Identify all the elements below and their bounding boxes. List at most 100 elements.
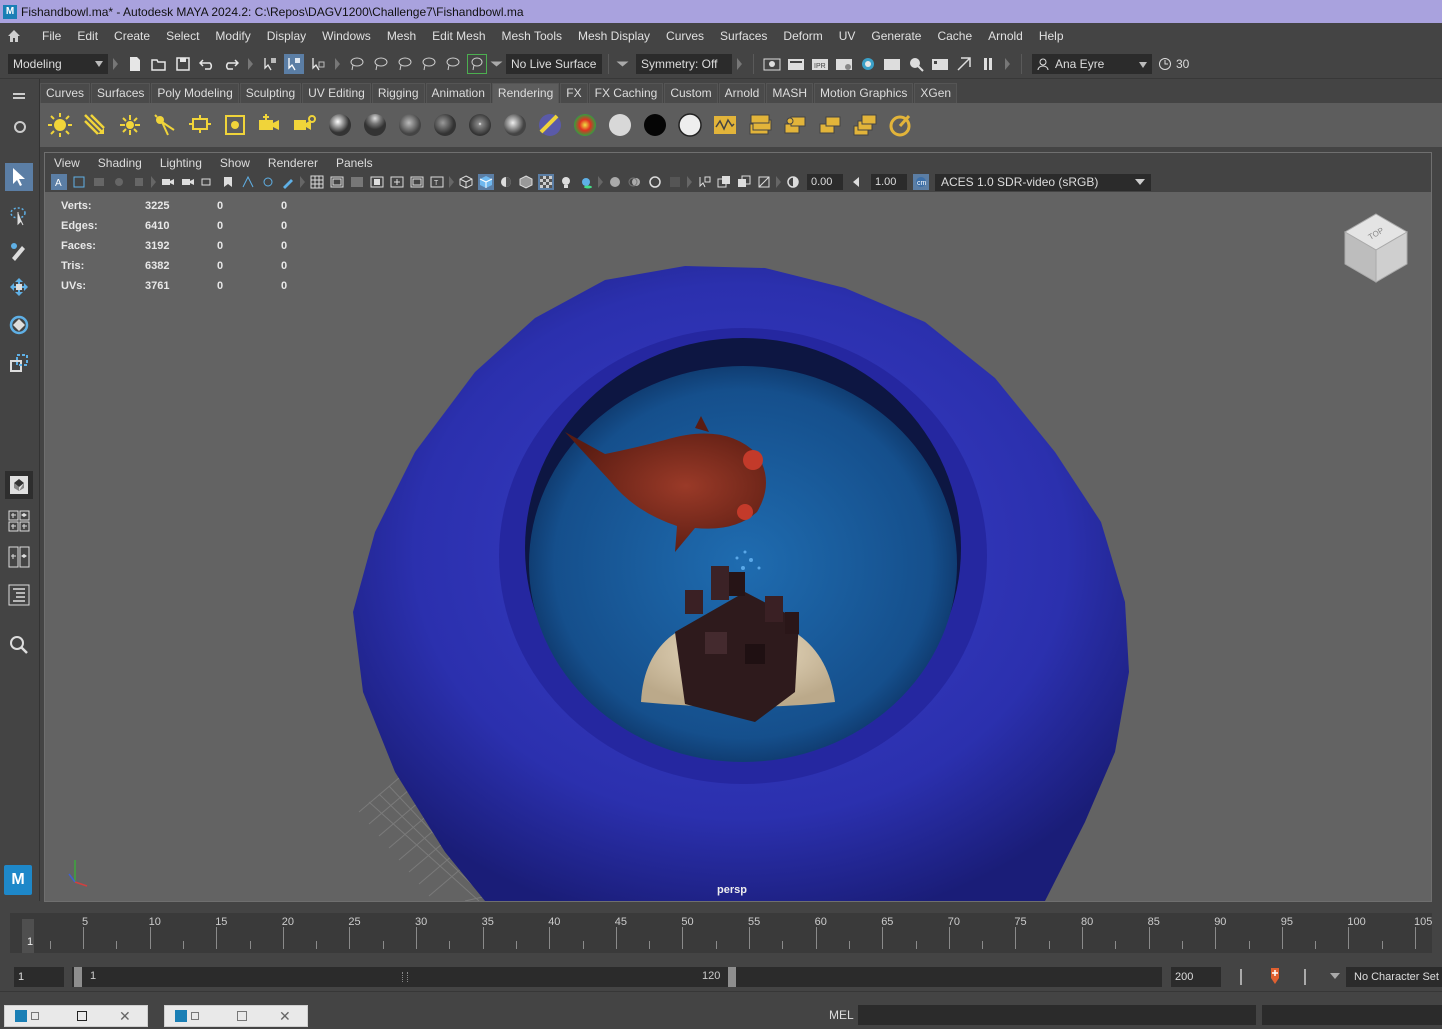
new-scene-icon[interactable] bbox=[125, 54, 145, 74]
time-slider[interactable]: 1 5 10 15 20 25 30 35 40 45 50 55 60 65 70 75 80 85 90 95 1… bbox=[0, 903, 1442, 963]
tab-mash[interactable]: MASH bbox=[766, 83, 814, 103]
lambert-sphere-icon[interactable] bbox=[357, 108, 392, 143]
menu-surfaces[interactable]: Surfaces bbox=[712, 29, 775, 43]
menu-create[interactable]: Create bbox=[106, 29, 158, 43]
menu-mesh-display[interactable]: Mesh Display bbox=[570, 29, 658, 43]
menu-generate[interactable]: Generate bbox=[863, 29, 929, 43]
tab-arnold[interactable]: Arnold bbox=[718, 83, 766, 103]
multisample-aa-icon[interactable] bbox=[647, 174, 663, 190]
chevron-down-icon[interactable] bbox=[1330, 973, 1340, 979]
wireframe-on-shaded-icon[interactable] bbox=[518, 174, 534, 190]
menu-curves[interactable]: Curves bbox=[658, 29, 712, 43]
render-graph-icon[interactable] bbox=[707, 108, 742, 143]
gear-icon[interactable] bbox=[14, 121, 26, 133]
collapse-handle[interactable] bbox=[1005, 57, 1010, 70]
tab-uv-editing[interactable]: UV Editing bbox=[302, 83, 371, 103]
snap-point-icon[interactable] bbox=[395, 54, 415, 74]
shadows-icon[interactable] bbox=[578, 174, 594, 190]
animation-start-field[interactable]: 1 bbox=[14, 967, 64, 987]
menu-windows[interactable]: Windows bbox=[314, 29, 379, 43]
menu-modify[interactable]: Modify bbox=[207, 29, 258, 43]
auto-key-icon[interactable] bbox=[1268, 967, 1282, 988]
select-tool-icon[interactable] bbox=[5, 163, 33, 191]
film-gate-icon[interactable] bbox=[329, 174, 345, 190]
search-icon[interactable] bbox=[5, 631, 33, 659]
area-light-icon[interactable] bbox=[182, 108, 217, 143]
menu-select[interactable]: Select bbox=[158, 29, 207, 43]
home-icon[interactable] bbox=[4, 26, 24, 46]
collapse-handle[interactable] bbox=[335, 57, 340, 70]
phong-sphere-icon[interactable] bbox=[392, 108, 427, 143]
tab-curves[interactable]: Curves bbox=[40, 83, 91, 103]
exposure-icon[interactable] bbox=[785, 174, 801, 190]
panel-menu-view[interactable]: View bbox=[45, 156, 89, 170]
redo-icon[interactable] bbox=[221, 54, 241, 74]
field-chart-icon[interactable] bbox=[389, 174, 405, 190]
select-object-icon[interactable] bbox=[284, 53, 304, 74]
select-camera-icon[interactable] bbox=[71, 174, 87, 190]
lasso-select-icon[interactable] bbox=[347, 54, 367, 74]
ramp-shader-icon[interactable] bbox=[532, 108, 567, 143]
render-view-icon[interactable] bbox=[762, 54, 782, 74]
notifications-button[interactable]: 30 bbox=[1158, 57, 1189, 71]
select-component-icon[interactable] bbox=[308, 54, 328, 74]
view-cube[interactable]: TOP bbox=[1341, 210, 1411, 289]
wireframe-icon[interactable] bbox=[458, 174, 474, 190]
menu-display[interactable]: Display bbox=[259, 29, 314, 43]
minimized-window[interactable]: ✕ bbox=[164, 1005, 308, 1027]
range-end-handle[interactable] bbox=[728, 967, 736, 987]
image-plane-icon[interactable] bbox=[91, 174, 107, 190]
tab-rendering[interactable]: Rendering bbox=[491, 83, 560, 103]
range-bar[interactable]: 1 120 bbox=[72, 967, 1162, 987]
tab-rigging[interactable]: Rigging bbox=[371, 83, 425, 103]
xray-joints-icon[interactable] bbox=[736, 174, 752, 190]
menu-edit[interactable]: Edit bbox=[69, 29, 106, 43]
render-setup-icon[interactable] bbox=[812, 108, 847, 143]
account-dropdown[interactable]: Ana Eyre bbox=[1032, 53, 1152, 74]
tab-custom[interactable]: Custom bbox=[664, 83, 718, 103]
resolution-gate-icon[interactable] bbox=[349, 174, 365, 190]
range-start-handle[interactable] bbox=[74, 967, 82, 987]
3d-viewport[interactable]: Verts: 3225 0 0 Edges: 6410 0 0 Faces: 3… bbox=[45, 192, 1431, 901]
collapse-handle[interactable] bbox=[248, 57, 253, 70]
white-shader-icon[interactable] bbox=[672, 108, 707, 143]
tab-fx[interactable]: FX bbox=[560, 83, 588, 103]
collapse-handle[interactable] bbox=[737, 57, 742, 70]
exposure-field[interactable]: 0.00 bbox=[807, 174, 843, 190]
save-scene-icon[interactable] bbox=[173, 54, 193, 74]
anisotropic-sphere-icon[interactable] bbox=[462, 108, 497, 143]
close-icon[interactable]: ✕ bbox=[279, 1008, 291, 1025]
lock-camera-icon[interactable] bbox=[180, 174, 196, 190]
grid-icon[interactable] bbox=[309, 174, 325, 190]
collapse-handle[interactable] bbox=[151, 176, 156, 188]
undo-icon[interactable] bbox=[197, 54, 217, 74]
2d-pan-zoom-icon[interactable] bbox=[240, 174, 256, 190]
menu-uv[interactable]: UV bbox=[831, 29, 864, 43]
panel-menu-shading[interactable]: Shading bbox=[89, 156, 151, 170]
shelf-menu-icon[interactable] bbox=[13, 93, 25, 95]
panel-menu-renderer[interactable]: Renderer bbox=[259, 156, 327, 170]
gate-mask-icon[interactable] bbox=[369, 174, 385, 190]
safe-title-icon[interactable]: T bbox=[429, 174, 445, 190]
tab-motion-graphics[interactable]: Motion Graphics bbox=[814, 83, 914, 103]
textured-icon[interactable] bbox=[538, 174, 554, 190]
xray-components-icon[interactable] bbox=[756, 174, 772, 190]
view-transform-dropdown[interactable]: ACES 1.0 SDR-video (sRGB) bbox=[935, 173, 1131, 191]
collapse-handle[interactable] bbox=[300, 176, 305, 188]
scale-tool-icon[interactable] bbox=[5, 349, 33, 377]
panel-menu-show[interactable]: Show bbox=[211, 156, 259, 170]
tab-surfaces[interactable]: Surfaces bbox=[91, 83, 151, 103]
smooth-shade-icon[interactable] bbox=[478, 174, 494, 190]
tab-animation[interactable]: Animation bbox=[425, 83, 491, 103]
render-frame-icon[interactable] bbox=[786, 54, 806, 74]
four-view-layout-icon[interactable] bbox=[5, 507, 33, 535]
playblast-icon[interactable] bbox=[930, 54, 950, 74]
ambient-light-icon[interactable] bbox=[42, 108, 77, 143]
paint-select-tool-icon[interactable] bbox=[5, 237, 33, 265]
volume-light-icon[interactable] bbox=[217, 108, 252, 143]
camera-attributes-icon[interactable]: A bbox=[51, 174, 67, 190]
live-surface-field[interactable]: No Live Surface bbox=[506, 53, 602, 74]
rotate-tool-icon[interactable] bbox=[5, 311, 33, 339]
black-shader-icon[interactable] bbox=[637, 108, 672, 143]
lasso-tool-icon[interactable] bbox=[5, 201, 33, 229]
